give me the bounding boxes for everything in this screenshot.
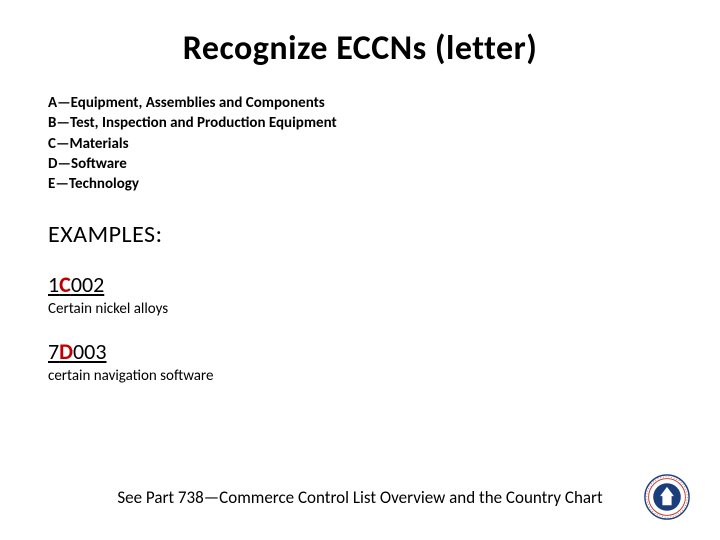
example-description: Certain nickel alloys: [48, 300, 672, 318]
eccn-prefix: 1: [48, 271, 59, 298]
slide: Recognize ECCNs (letter) A—Equipment, As…: [0, 0, 720, 540]
definition-list: A—Equipment, Assemblies and Components B…: [48, 93, 672, 194]
eccn-code: 1C002: [48, 271, 104, 298]
slide-title: Recognize ECCNs (letter): [48, 28, 672, 69]
examples-heading: EXAMPLES:: [48, 220, 672, 249]
example-description: certain navigation software: [48, 367, 672, 385]
example-block: 1C002 Certain nickel alloys: [48, 271, 672, 318]
definition-item: E—Technology: [48, 174, 672, 194]
eccn-code: 7D003: [48, 338, 106, 365]
eccn-prefix: 7: [48, 338, 59, 365]
commerce-seal-icon: [644, 474, 690, 520]
footer-note: See Part 738—Commerce Control List Overv…: [0, 487, 720, 508]
eccn-letter: D: [59, 338, 73, 365]
definition-item: D—Software: [48, 154, 672, 174]
example-block: 7D003 certain navigation software: [48, 338, 672, 385]
definition-item: A—Equipment, Assemblies and Components: [48, 93, 672, 113]
eccn-letter: C: [59, 271, 71, 298]
definition-item: B—Test, Inspection and Production Equipm…: [48, 113, 672, 133]
definition-item: C—Materials: [48, 134, 672, 154]
eccn-suffix: 003: [73, 338, 106, 365]
eccn-suffix: 002: [71, 271, 104, 298]
